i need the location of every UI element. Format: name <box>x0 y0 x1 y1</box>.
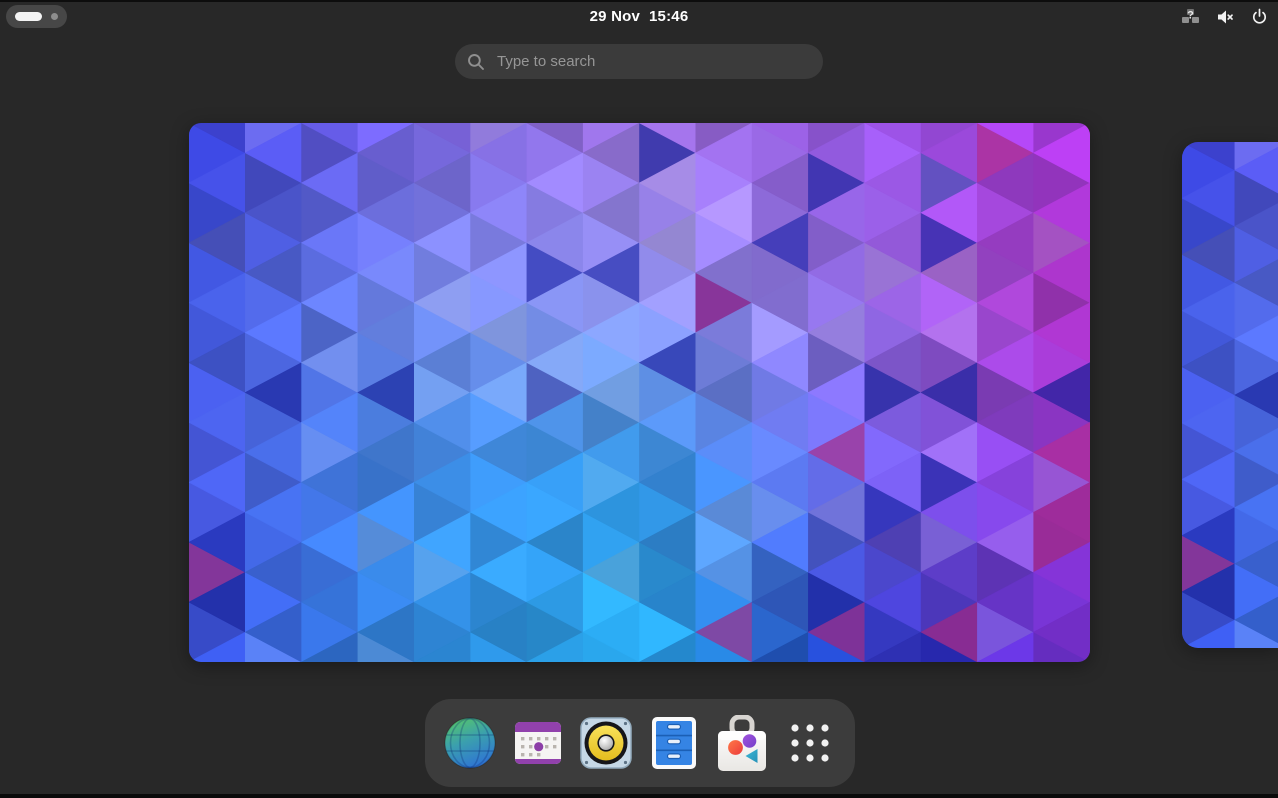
clock[interactable]: 29 Nov 15:46 <box>590 2 689 31</box>
search-icon <box>467 53 485 71</box>
workspace-thumbnail-current[interactable] <box>189 123 1090 662</box>
volume-muted-icon[interactable] <box>1217 9 1234 25</box>
software-bag-icon <box>716 715 768 771</box>
dock-item-software[interactable] <box>715 716 769 770</box>
top-bar: 29 Nov 15:46 ? <box>0 2 1278 31</box>
search-bar[interactable] <box>455 44 823 79</box>
dock-item-files[interactable] <box>647 716 701 770</box>
files-cabinet-icon <box>651 716 697 770</box>
web-browser-globe-icon <box>444 717 496 769</box>
dock-item-show-apps[interactable] <box>783 716 837 770</box>
dock-item-web-browser[interactable] <box>443 716 497 770</box>
system-status-area[interactable]: ? <box>1181 2 1268 31</box>
clock-time: 15:46 <box>649 8 688 25</box>
workspace-indicator[interactable] <box>6 5 67 28</box>
dock-item-music-player[interactable] <box>579 716 633 770</box>
dock-item-calendar[interactable] <box>511 716 565 770</box>
network-unknown-icon[interactable]: ? <box>1181 8 1200 25</box>
workspace-dot-indicator <box>51 13 58 20</box>
search-input[interactable] <box>495 52 811 71</box>
power-icon[interactable] <box>1251 8 1268 25</box>
wallpaper-triangles <box>189 123 1090 662</box>
screen-bottom-edge <box>0 794 1278 798</box>
svg-text:?: ? <box>1187 10 1194 22</box>
workspace-active-indicator <box>15 12 42 21</box>
dock <box>425 699 855 787</box>
calendar-icon <box>513 719 563 767</box>
gnome-activities-overview: 29 Nov 15:46 ? <box>0 0 1278 798</box>
show-apps-grid-icon <box>788 721 832 765</box>
workspace-thumbnail-next[interactable] <box>1182 142 1278 648</box>
music-speaker-icon <box>579 716 633 770</box>
clock-date: 29 Nov <box>590 8 640 25</box>
wallpaper-triangles-partial <box>1182 142 1278 648</box>
